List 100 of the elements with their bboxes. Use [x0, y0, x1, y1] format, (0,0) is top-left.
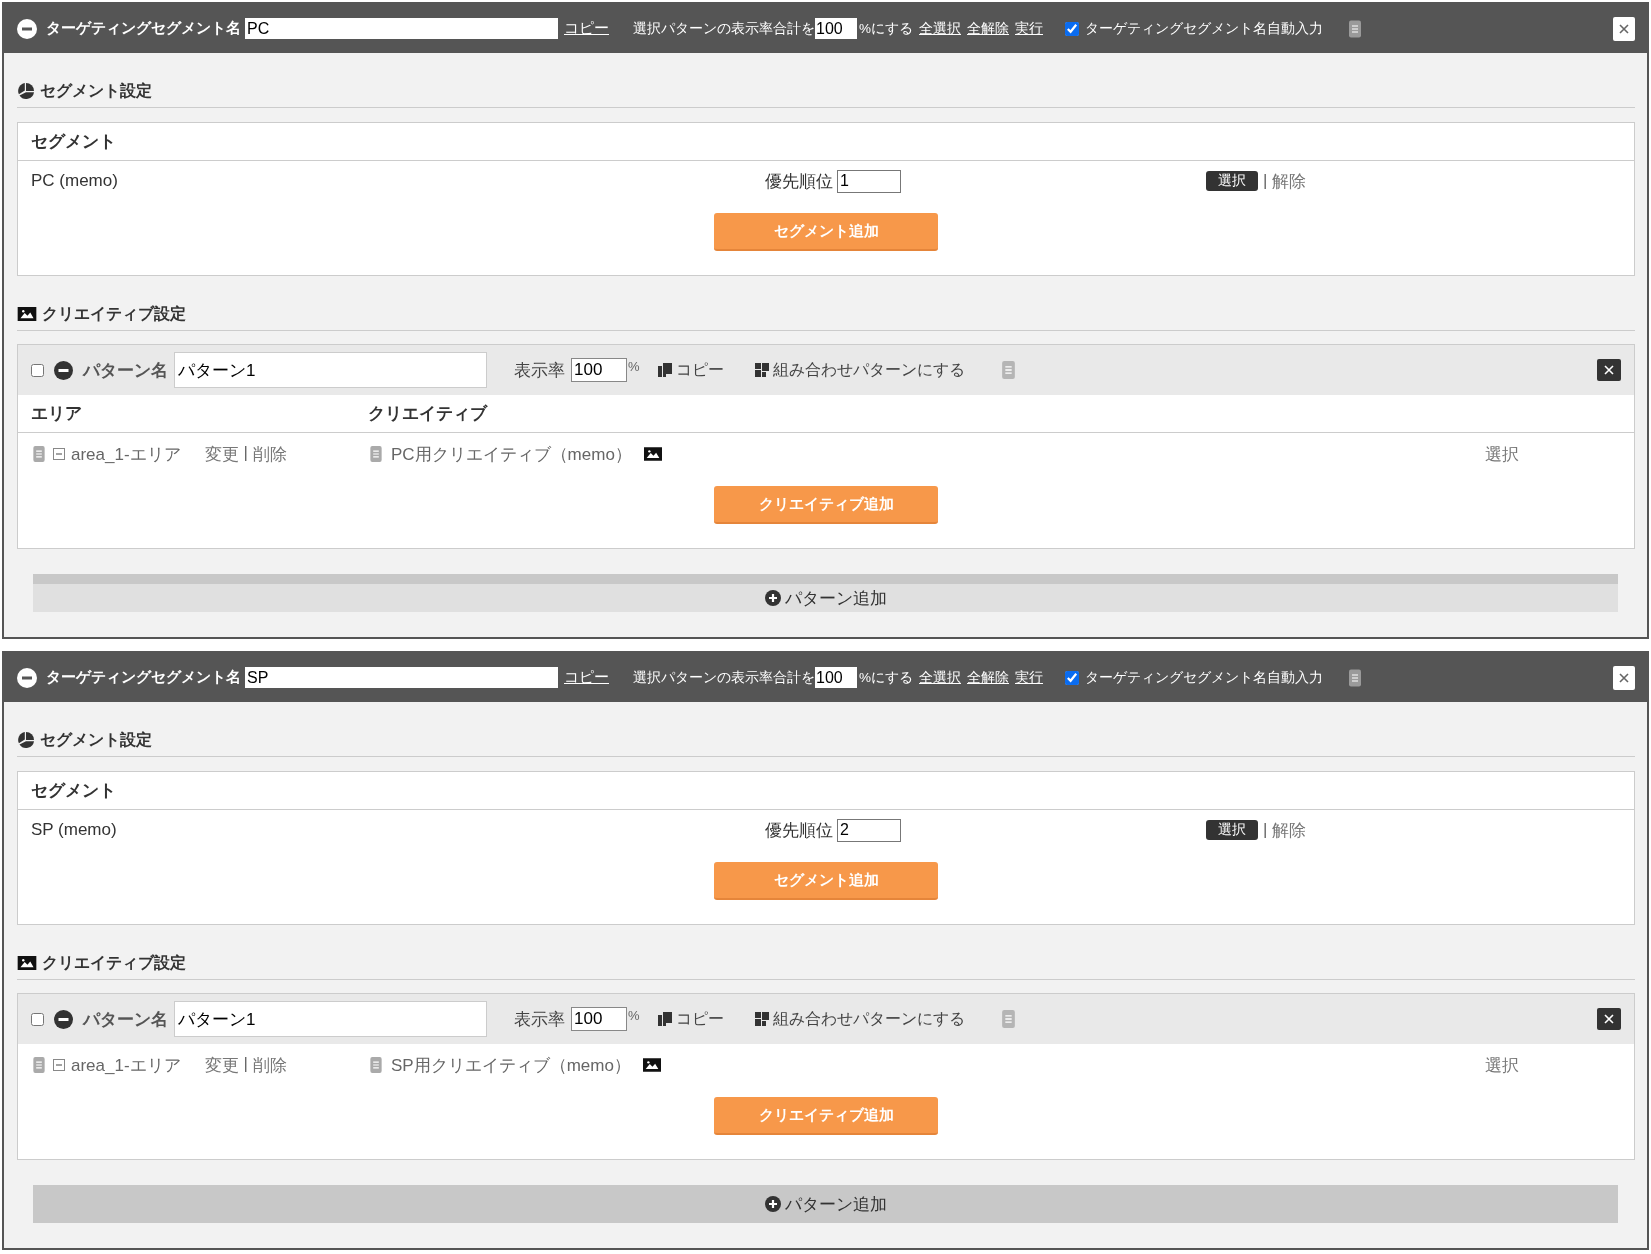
- close-button[interactable]: [1597, 1008, 1621, 1030]
- auto-input-checkbox[interactable]: [1065, 670, 1079, 685]
- pie-chart-icon: [17, 82, 35, 100]
- separator: |: [243, 442, 249, 464]
- total-rate-label: 選択パターンの表示率合計を: [633, 668, 815, 687]
- percent-unit: %: [628, 358, 640, 374]
- separator: |: [1263, 171, 1268, 191]
- header-link[interactable]: 実行: [1015, 19, 1043, 38]
- close-button[interactable]: [1613, 665, 1635, 690]
- priority-label: 優先順位: [765, 170, 833, 193]
- percent-suffix: %にする: [859, 19, 913, 38]
- pattern-name-label: パターン名: [83, 1008, 168, 1031]
- creative-name: SP用クリエイティブ（memo）: [391, 1054, 631, 1077]
- copy-icon: [657, 1012, 672, 1026]
- minus-circle-icon[interactable]: [17, 667, 37, 688]
- add-pattern-button[interactable]: パターン追加: [33, 1185, 1618, 1223]
- total-rate-input[interactable]: 100: [815, 18, 857, 39]
- pattern-name-label: パターン名: [83, 359, 168, 382]
- add-pattern-button[interactable]: パターン追加: [33, 574, 1618, 612]
- total-rate-input[interactable]: 100: [815, 667, 857, 688]
- segment-name-label: ターゲティングセグメント名: [46, 19, 241, 38]
- combine-pattern-button[interactable]: 組み合わせパターンにする: [754, 359, 965, 381]
- select-button[interactable]: 選択: [1206, 820, 1258, 840]
- change-link[interactable]: 変更: [204, 1053, 239, 1077]
- header-link[interactable]: 全選択: [919, 668, 961, 687]
- copy-button[interactable]: コピー: [657, 1008, 724, 1030]
- close-button[interactable]: [1613, 16, 1635, 41]
- minus-circle-icon[interactable]: [54, 360, 73, 380]
- close-icon: [1619, 672, 1629, 683]
- minus-circle-icon[interactable]: [17, 18, 37, 39]
- pattern-checkbox[interactable]: [31, 363, 44, 377]
- percent-unit: %: [628, 1007, 640, 1023]
- section-title: クリエイティブ設定: [42, 304, 186, 324]
- minus-square-icon[interactable]: [53, 1059, 65, 1071]
- rate-label: 表示率: [514, 359, 565, 382]
- table-heading: セグメント: [31, 780, 116, 802]
- close-icon: [1604, 1014, 1614, 1024]
- rate-input[interactable]: 100: [571, 1007, 627, 1031]
- select-link[interactable]: 選択: [1485, 1053, 1634, 1077]
- section-title: セグメント設定: [40, 81, 152, 101]
- auto-input-label: ターゲティングセグメント名自動入力: [1085, 19, 1323, 38]
- image-icon: [643, 447, 662, 461]
- pie-chart-icon: [17, 731, 35, 749]
- release-link[interactable]: 解除: [1272, 169, 1307, 193]
- section-title: セグメント設定: [40, 730, 152, 750]
- release-link[interactable]: 解除: [1272, 818, 1307, 842]
- copy-link[interactable]: コピー: [564, 19, 609, 38]
- pattern-checkbox[interactable]: [31, 1012, 44, 1026]
- auto-input-checkbox[interactable]: [1065, 21, 1079, 36]
- combine-pattern-button[interactable]: 組み合わせパターンにする: [754, 1008, 965, 1030]
- segment-name-input[interactable]: PC: [245, 18, 558, 39]
- creative-name: PC用クリエイティブ（memo）: [391, 443, 632, 466]
- copy-button[interactable]: コピー: [657, 359, 724, 381]
- table-heading: セグメント: [31, 131, 116, 153]
- priority-input[interactable]: 2: [837, 818, 901, 842]
- grid-blocks-icon: [754, 1012, 769, 1026]
- select-button[interactable]: 選択: [1206, 171, 1258, 191]
- pattern-name-input[interactable]: パターン1: [174, 1001, 487, 1037]
- document-icon[interactable]: [1349, 19, 1361, 38]
- area-name: area_1-エリア: [71, 1054, 181, 1077]
- delete-link[interactable]: 削除: [253, 442, 288, 466]
- separator: |: [1263, 820, 1268, 840]
- section-title: クリエイティブ設定: [42, 953, 186, 973]
- auto-input-label: ターゲティングセグメント名自動入力: [1085, 668, 1323, 687]
- copy-link[interactable]: コピー: [564, 668, 609, 687]
- image-icon: [17, 307, 37, 321]
- change-link[interactable]: 変更: [204, 442, 239, 466]
- priority-input[interactable]: 1: [837, 169, 901, 193]
- header-link[interactable]: 全解除: [967, 668, 1009, 687]
- percent-suffix: %にする: [859, 668, 913, 687]
- column-heading: クリエイティブ: [368, 403, 489, 425]
- close-button[interactable]: [1597, 359, 1621, 381]
- header-link[interactable]: 実行: [1015, 668, 1043, 687]
- priority-label: 優先順位: [765, 819, 833, 842]
- minus-circle-icon[interactable]: [54, 1009, 73, 1029]
- image-icon: [17, 956, 37, 970]
- copy-icon: [657, 363, 672, 377]
- header-link[interactable]: 全選択: [919, 19, 961, 38]
- header-link[interactable]: 全解除: [967, 19, 1009, 38]
- close-icon: [1604, 365, 1614, 375]
- segment-name-input[interactable]: SP: [245, 667, 558, 688]
- document-icon[interactable]: [1349, 668, 1361, 687]
- separator: |: [243, 1053, 249, 1075]
- delete-link[interactable]: 削除: [253, 1053, 288, 1077]
- minus-square-icon[interactable]: [53, 448, 65, 460]
- grid-blocks-icon: [754, 363, 769, 377]
- segment-name: PC (memo): [31, 171, 119, 191]
- rate-input[interactable]: 100: [571, 358, 627, 382]
- pattern-name-input[interactable]: パターン1: [174, 352, 487, 388]
- total-rate-label: 選択パターンの表示率合計を: [633, 19, 815, 38]
- area-name: area_1-エリア: [71, 443, 181, 466]
- close-icon: [1619, 23, 1629, 34]
- rate-label: 表示率: [514, 1008, 565, 1031]
- image-icon: [642, 1058, 661, 1072]
- segment-name: SP (memo): [31, 820, 118, 840]
- plus-circle-icon: [764, 590, 781, 606]
- column-heading: エリア: [31, 403, 83, 425]
- segment-name-label: ターゲティングセグメント名: [46, 668, 241, 687]
- plus-circle-icon: [764, 1196, 781, 1212]
- select-link[interactable]: 選択: [1485, 442, 1634, 466]
